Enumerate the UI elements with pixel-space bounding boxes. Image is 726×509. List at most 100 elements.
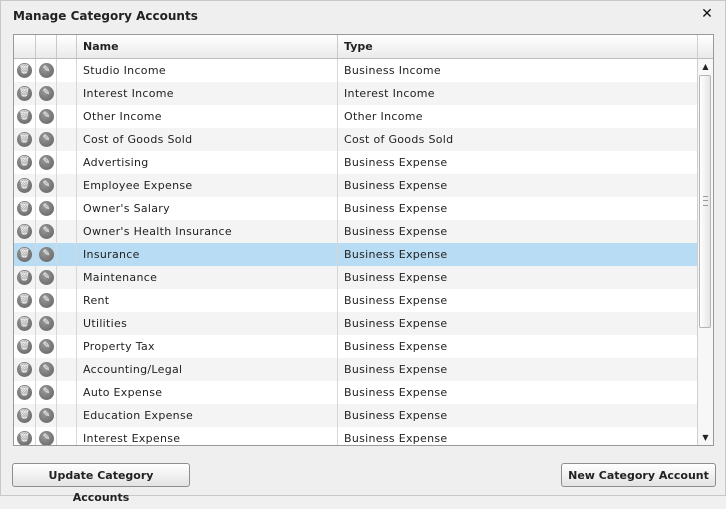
category-name: Interest Income	[77, 82, 338, 105]
category-accounts-table: Name Type 🗑 ✎ Studio Income Business Income…	[13, 34, 714, 446]
edit-cell: ✎	[36, 82, 57, 105]
pencil-icon[interactable]: ✎	[39, 86, 54, 101]
category-name: Other Income	[77, 105, 338, 128]
trash-icon[interactable]: 🗑	[17, 270, 32, 285]
category-type: Cost of Goods Sold	[344, 133, 454, 146]
table-row[interactable]: 🗑 ✎ Employee Expense Business Expense	[14, 174, 697, 197]
table-row[interactable]: 🗑 ✎ Rent Business Expense	[14, 289, 697, 312]
trash-icon[interactable]: 🗑	[17, 132, 32, 147]
delete-cell: 🗑	[14, 128, 36, 151]
category-name: Studio Income	[77, 59, 338, 82]
category-type: Interest Income	[344, 87, 435, 100]
pencil-icon[interactable]: ✎	[39, 247, 54, 262]
close-icon[interactable]: ✕	[699, 6, 715, 22]
table-row[interactable]: 🗑 ✎ Accounting/Legal Business Expense	[14, 358, 697, 381]
pencil-icon[interactable]: ✎	[39, 362, 54, 377]
trash-icon[interactable]: 🗑	[17, 201, 32, 216]
header-name[interactable]: Name	[77, 35, 338, 58]
pencil-icon[interactable]: ✎	[39, 339, 54, 354]
pencil-icon[interactable]: ✎	[39, 431, 54, 445]
table-row[interactable]: 🗑 ✎ Owner's Health Insurance Business Expen…	[14, 220, 697, 243]
trash-icon[interactable]: 🗑	[17, 224, 32, 239]
scrollbar-header-corner	[697, 35, 713, 59]
edit-cell: ✎	[36, 151, 57, 174]
table-row[interactable]: 🗑 ✎ Education Expense Business Expense	[14, 404, 697, 427]
category-type: Business Expense	[344, 409, 448, 422]
pencil-icon[interactable]: ✎	[39, 109, 54, 124]
edit-cell: ✎	[36, 220, 57, 243]
trash-icon[interactable]: 🗑	[17, 316, 32, 331]
pencil-icon[interactable]: ✎	[39, 408, 54, 423]
trash-icon[interactable]: 🗑	[17, 362, 32, 377]
table-row[interactable]: 🗑 ✎ Property Tax Business Expense	[14, 335, 697, 358]
table-row[interactable]: 🗑 ✎ Interest Expense Business Expense	[14, 427, 697, 445]
trash-icon[interactable]: 🗑	[17, 431, 32, 445]
table-row[interactable]: 🗑 ✎ Owner's Salary Business Expense	[14, 197, 697, 220]
edit-cell: ✎	[36, 59, 57, 82]
scroll-thumb[interactable]	[699, 75, 711, 328]
category-type: Business Income	[344, 64, 441, 77]
table-row[interactable]: 🗑 ✎ Interest Income Interest Income	[14, 82, 697, 105]
trash-icon[interactable]: 🗑	[17, 247, 32, 262]
category-type: Business Expense	[344, 248, 448, 261]
trash-icon[interactable]: 🗑	[17, 63, 32, 78]
table-row[interactable]: 🗑 ✎ Cost of Goods Sold Cost of Goods Sold	[14, 128, 697, 151]
spacer-cell	[57, 174, 77, 197]
pencil-icon[interactable]: ✎	[39, 224, 54, 239]
category-type: Business Expense	[344, 432, 448, 445]
category-name: Auto Expense	[77, 381, 338, 404]
trash-icon[interactable]: 🗑	[17, 109, 32, 124]
spacer-cell	[57, 128, 77, 151]
category-name: Accounting/Legal	[77, 358, 338, 381]
pencil-icon[interactable]: ✎	[39, 293, 54, 308]
trash-icon[interactable]: 🗑	[17, 293, 32, 308]
pencil-icon[interactable]: ✎	[39, 201, 54, 216]
trash-icon[interactable]: 🗑	[17, 339, 32, 354]
delete-cell: 🗑	[14, 381, 36, 404]
manage-category-accounts-dialog: Manage Category Accounts ✕ Name Type 🗑 ✎ S…	[0, 0, 726, 504]
header-spacer-col	[57, 35, 77, 58]
scroll-down-icon[interactable]: ▼	[698, 431, 713, 445]
edit-cell: ✎	[36, 404, 57, 427]
table-row[interactable]: 🗑 ✎ Maintenance Business Expense	[14, 266, 697, 289]
table-row[interactable]: 🗑 ✎ Utilities Business Expense	[14, 312, 697, 335]
table-row[interactable]: 🗑 ✎ Other Income Other Income	[14, 105, 697, 128]
trash-icon[interactable]: 🗑	[17, 178, 32, 193]
delete-cell: 🗑	[14, 105, 36, 128]
category-type: Business Expense	[344, 179, 448, 192]
spacer-cell	[57, 358, 77, 381]
delete-cell: 🗑	[14, 335, 36, 358]
header-delete-col	[14, 35, 36, 58]
header-type[interactable]: Type	[338, 35, 697, 58]
trash-icon[interactable]: 🗑	[17, 408, 32, 423]
category-name: Utilities	[77, 312, 338, 335]
grip-icon	[703, 196, 708, 206]
spacer-cell	[57, 220, 77, 243]
edit-cell: ✎	[36, 358, 57, 381]
spacer-cell	[57, 243, 77, 266]
table-row[interactable]: 🗑 ✎ Insurance Business Expense	[14, 243, 697, 266]
pencil-icon[interactable]: ✎	[39, 132, 54, 147]
edit-cell: ✎	[36, 312, 57, 335]
scroll-up-icon[interactable]: ▲	[698, 60, 713, 74]
trash-icon[interactable]: 🗑	[17, 385, 32, 400]
pencil-icon[interactable]: ✎	[39, 63, 54, 78]
table-row[interactable]: 🗑 ✎ Auto Expense Business Expense	[14, 381, 697, 404]
edit-cell: ✎	[36, 289, 57, 312]
new-category-account-button[interactable]: New Category Account	[561, 463, 716, 487]
table-row[interactable]: 🗑 ✎ Advertising Business Expense	[14, 151, 697, 174]
delete-cell: 🗑	[14, 220, 36, 243]
pencil-icon[interactable]: ✎	[39, 155, 54, 170]
edit-cell: ✎	[36, 243, 57, 266]
trash-icon[interactable]: 🗑	[17, 86, 32, 101]
pencil-icon[interactable]: ✎	[39, 270, 54, 285]
update-category-accounts-button[interactable]: Update Category Accounts	[12, 463, 190, 504]
pencil-icon[interactable]: ✎	[39, 316, 54, 331]
spacer-cell	[57, 82, 77, 105]
pencil-icon[interactable]: ✎	[39, 385, 54, 400]
delete-cell: 🗑	[14, 266, 36, 289]
trash-icon[interactable]: 🗑	[17, 155, 32, 170]
table-row[interactable]: 🗑 ✎ Studio Income Business Income	[14, 59, 697, 82]
pencil-icon[interactable]: ✎	[39, 178, 54, 193]
vertical-scrollbar[interactable]: ▲ ▼	[697, 59, 713, 445]
